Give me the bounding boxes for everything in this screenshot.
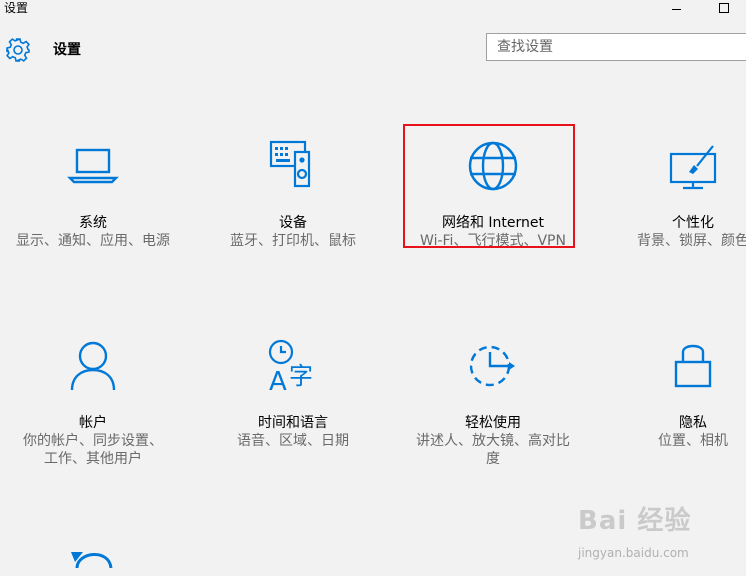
person-icon xyxy=(70,341,116,391)
tile-title: 系统 xyxy=(79,215,107,231)
ease-of-access-icon xyxy=(469,345,515,387)
minimize-button[interactable] xyxy=(664,0,688,18)
search-input[interactable] xyxy=(486,33,746,61)
maximize-button[interactable] xyxy=(712,0,736,18)
update-icon xyxy=(71,552,113,569)
tile-accounts[interactable]: 帐户 你的帐户、同步设置、工作、其他用户 xyxy=(8,338,178,488)
tile-desc: 位置、相机 xyxy=(658,433,728,449)
header: 设置 xyxy=(0,30,746,70)
tile-title: 隐私 xyxy=(679,415,707,431)
tile-desc: 讲述人、放大镜、高对比度 xyxy=(416,433,570,467)
tile-desc: 语音、区域、日期 xyxy=(237,433,349,449)
svg-text:A: A xyxy=(269,367,287,397)
tile-desc: 蓝牙、打印机、鼠标 xyxy=(230,233,356,249)
tile-title: 设备 xyxy=(279,215,307,231)
tile-ease-of-access[interactable]: 轻松使用 讲述人、放大镜、高对比度 xyxy=(408,338,578,488)
watermark: Bai 经验 jingyan.baidu.com xyxy=(578,500,738,572)
highlight-box xyxy=(403,124,575,248)
tile-desc: 背景、锁屏、颜色 xyxy=(637,233,746,249)
lock-icon xyxy=(674,344,712,388)
tile-title: 轻松使用 xyxy=(465,415,521,431)
personalization-icon xyxy=(669,145,717,190)
tile-privacy[interactable]: 隐私 位置、相机 xyxy=(608,338,746,488)
svg-text:字: 字 xyxy=(289,362,313,390)
tile-devices[interactable]: 设备 蓝牙、打印机、鼠标 xyxy=(208,138,378,288)
tile-title: 帐户 xyxy=(79,415,107,431)
tile-personalization[interactable]: 个性化 背景、锁屏、颜色 xyxy=(608,138,746,288)
tile-title: 个性化 xyxy=(672,215,714,231)
page-title: 设置 xyxy=(53,42,81,58)
tile-desc: 显示、通知、应用、电源 xyxy=(16,233,170,249)
tile-system[interactable]: 系统 显示、通知、应用、电源 xyxy=(8,138,178,288)
tile-desc: 你的帐户、同步设置、工作、其他用户 xyxy=(23,433,163,467)
devices-icon xyxy=(269,140,311,188)
window-title: 设置 xyxy=(4,1,29,15)
tile-time-language[interactable]: A 字 时间和语言 语音、区域、日期 xyxy=(208,338,378,488)
tile-update-security[interactable] xyxy=(8,538,178,576)
title-bar: 设置 xyxy=(0,0,746,22)
tile-title: 时间和语言 xyxy=(258,415,328,431)
time-language-icon: A 字 xyxy=(268,339,313,397)
laptop-icon xyxy=(67,148,119,184)
watermark-url: jingyan.baidu.com xyxy=(578,546,689,560)
gear-icon xyxy=(6,38,30,62)
watermark-text: Bai 经验 xyxy=(578,506,692,536)
